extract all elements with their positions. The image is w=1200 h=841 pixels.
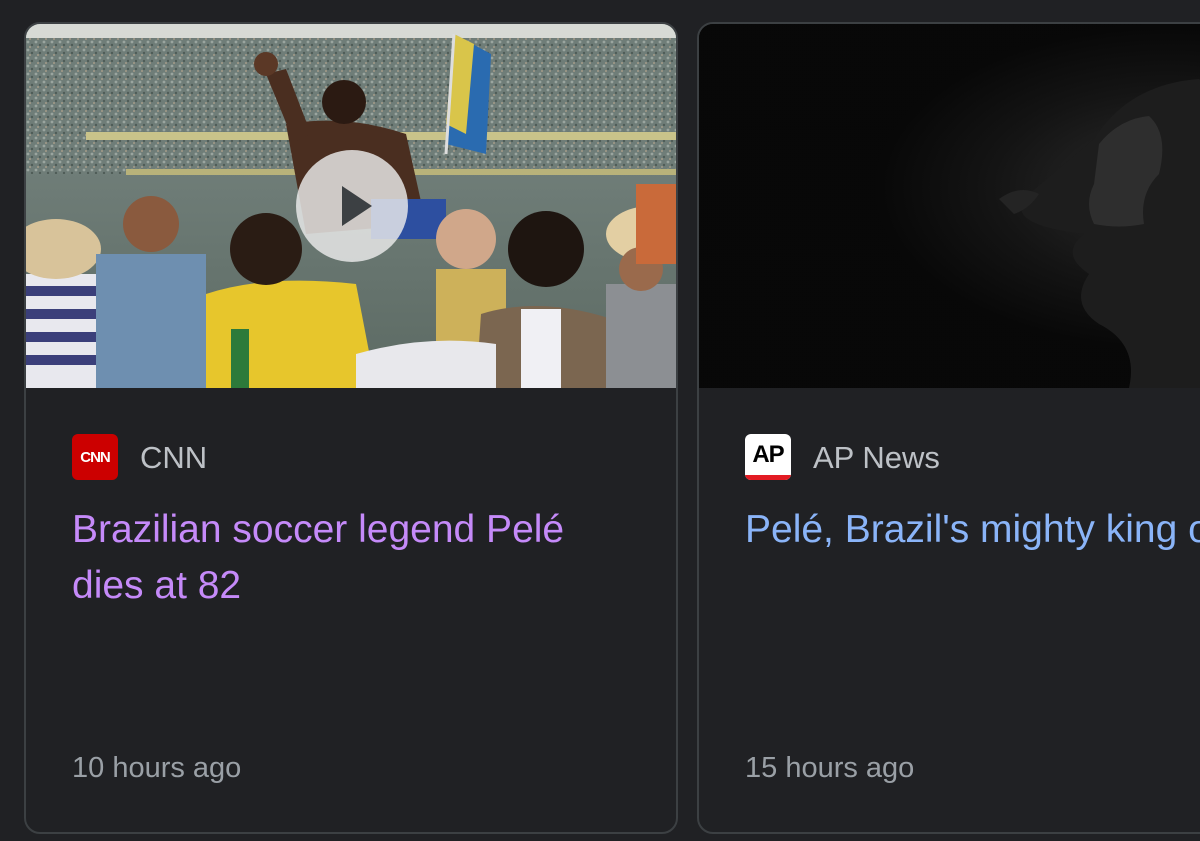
news-carousel: CNN CNN Brazilian soccer legend Pelé die… — [0, 0, 1200, 841]
publish-time: 15 hours ago — [745, 752, 915, 784]
source-name: AP News — [813, 439, 940, 475]
news-headline[interactable]: Brazilian soccer legend Pelé dies at 82 — [72, 502, 652, 614]
play-icon — [342, 186, 372, 226]
ap-logo: AP — [745, 434, 791, 480]
play-video-button[interactable] — [296, 150, 408, 262]
source-name: CNN — [140, 439, 208, 475]
publish-time: 10 hours ago — [72, 752, 242, 784]
news-card-ap[interactable]: AP AP News Pelé, Brazil's mighty king of… — [697, 22, 1200, 834]
news-source: AP AP News — [745, 434, 940, 480]
news-headline[interactable]: Pelé, Brazil's mighty king of 'beautiful… — [745, 502, 1200, 558]
news-thumbnail-cnn[interactable] — [26, 24, 676, 388]
news-card-cnn[interactable]: CNN CNN Brazilian soccer legend Pelé die… — [24, 22, 678, 834]
news-source: CNN CNN — [72, 434, 207, 480]
cnn-logo: CNN — [72, 434, 118, 480]
news-thumbnail-ap[interactable] — [699, 24, 1200, 388]
